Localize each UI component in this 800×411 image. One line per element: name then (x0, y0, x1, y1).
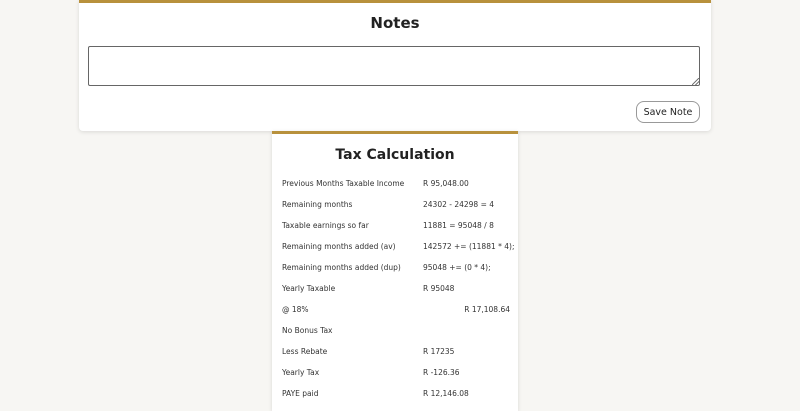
tax-row-value: R 95,048.00 (423, 179, 469, 188)
tax-row-label: PAYE paid (282, 389, 319, 398)
tax-row-label: Taxable earnings so far (282, 221, 369, 230)
tax-calculation-card: Tax Calculation Previous Months Taxable … (272, 131, 518, 411)
tax-row-value: R 95048 (423, 284, 455, 293)
tax-row-yearly-taxable: Yearly Taxable R 95048 (282, 282, 510, 296)
resize-handle-icon[interactable] (692, 78, 699, 85)
tax-row-label: No Bonus Tax (282, 326, 333, 335)
tax-row-label: Remaining months (282, 200, 353, 209)
notes-textarea[interactable] (88, 46, 700, 86)
tax-row-value: 95048 += (0 * 4); (423, 263, 491, 272)
tax-row-label: Remaining months added (av) (282, 242, 396, 251)
tax-row-yearly-tax: Yearly Tax R -126.36 (282, 366, 510, 380)
tax-row-label: Remaining months added (dup) (282, 263, 401, 272)
tax-row-value: 142572 += (11881 * 4); (423, 242, 515, 251)
tax-row-value: R 12,146.08 (423, 389, 469, 398)
notes-title: Notes (370, 14, 420, 32)
tax-row-value: R -126.36 (423, 368, 460, 377)
tax-row-label: @ 18% (282, 305, 309, 314)
tax-row-remaining-months-added-dup: Remaining months added (dup) 95048 += (0… (282, 261, 510, 275)
tax-row-less-rebate: Less Rebate R 17235 (282, 345, 510, 359)
tax-calculation-title: Tax Calculation (335, 147, 455, 163)
tax-row-label: Previous Months Taxable Income (282, 179, 405, 188)
tax-row-remaining-months-added-av: Remaining months added (av) 142572 += (1… (282, 240, 515, 254)
tax-row-value: 11881 = 95048 / 8 (423, 221, 494, 230)
tax-row-label: Yearly Taxable (282, 284, 336, 293)
tax-row-previous-months-taxable-income: Previous Months Taxable Income R 95,048.… (282, 177, 510, 191)
tax-row-value: R 17,108.64 (464, 305, 510, 314)
tax-row-value: 24302 - 24298 = 4 (423, 200, 495, 209)
tax-row-paye-paid: PAYE paid R 12,146.08 (282, 387, 510, 401)
tax-row-no-bonus-tax: No Bonus Tax (282, 324, 510, 338)
tax-row-value: R 17235 (423, 347, 455, 356)
notes-card: Notes Save Note (79, 0, 711, 131)
tax-row-taxable-earnings-so-far: Taxable earnings so far 11881 = 95048 / … (282, 219, 510, 233)
save-note-button[interactable]: Save Note (636, 101, 700, 123)
tax-row-label: Less Rebate (282, 347, 328, 356)
tax-row-remaining-months: Remaining months 24302 - 24298 = 4 (282, 198, 510, 212)
tax-row-label: Yearly Tax (282, 368, 320, 377)
tax-row-tax-rate: @ 18% R 17,108.64 (282, 303, 510, 317)
